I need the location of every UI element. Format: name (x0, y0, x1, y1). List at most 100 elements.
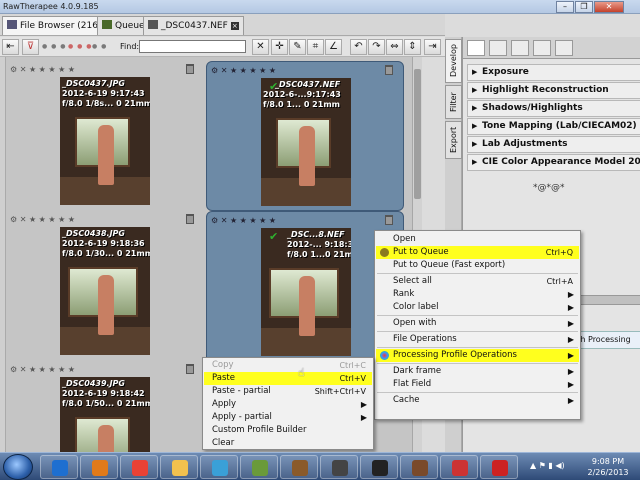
submenu-arrow-icon: ▶ (567, 367, 574, 376)
submenu-item-clear[interactable]: Clear (204, 437, 372, 450)
thumbnail-card[interactable]: ⚙ ✕ ★ ★ ★ ★ ★ _DSC0438.JPG 2012-6-19 9:1… (6, 211, 204, 361)
rank-stars[interactable]: ⚙ ✕ ★ ★ ★ ★ ★ (211, 66, 276, 75)
menu-item-dark-frame[interactable]: Dark frame ▶ (376, 365, 579, 378)
menu-separator (377, 392, 578, 393)
thumbnail-image[interactable]: _DSC0437.NEF 2012-6-...9:17:43 f/8.0 1..… (261, 78, 351, 206)
tab-editor[interactable]: _DSC0437.NEF × (143, 16, 244, 35)
thumbnail-filename: _DSC0438.JPG (62, 229, 125, 238)
thumbnail-image[interactable]: _DSC0438.JPG 2012-6-19 9:18:36 f/8.0 1/3… (60, 227, 150, 355)
thumbnail-image[interactable]: _DSC0437.JPG 2012-6-19 9:17:43 f/8.0 1/8… (60, 77, 150, 205)
rank-stars[interactable]: ⚙ ✕ ★ ★ ★ ★ ★ (10, 65, 75, 74)
scrollbar-thumb[interactable] (414, 69, 421, 199)
edited-filter-icon[interactable]: ● ● (92, 43, 107, 50)
section-exposure[interactable]: ▶ Exposure (467, 64, 640, 81)
menu-item-put-to-queue-fast-export[interactable]: Put to Queue (Fast export) (376, 259, 579, 272)
crop-tool-button[interactable]: ⌗ (307, 39, 324, 55)
menu-item-color-label[interactable]: Color label ▶ (376, 301, 579, 314)
menu-item-select-all[interactable]: Select all Ctrl+A (376, 275, 579, 288)
game-app-taskbar-button[interactable] (360, 455, 398, 479)
library-app-taskbar-button[interactable] (400, 455, 438, 479)
hand-tool-button[interactable]: ✛ (271, 39, 288, 55)
section-shadows-highlights[interactable]: ▶ Shadows/Highlights (467, 100, 640, 117)
color-tools-icon[interactable] (511, 40, 529, 56)
thumbnail-card[interactable]: ⚙ ✕ ★ ★ ★ ★ ★ _DSC0437.JPG 2012-6-19 9:1… (6, 61, 204, 211)
panel-toggle-button[interactable]: ⇤ (2, 39, 19, 55)
chrome-taskbar-button[interactable] (120, 455, 158, 479)
section-tone-mapping[interactable]: ▶ Tone Mapping (Lab/CIECAM02) (467, 118, 640, 135)
tab-close-icon[interactable]: × (230, 22, 239, 30)
tray-icons[interactable]: ▲ ⚑ ▮ ◀) (530, 461, 565, 470)
thumbnail-exposure: f/8.0 1/30... 0 21mm (62, 249, 150, 258)
menu-item-processing-profile-operations[interactable]: Processing Profile Operations ▶ (376, 349, 579, 362)
thumbnail-card-selected[interactable]: ⚙ ✕ ★ ★ ★ ★ ★ _DSC0437.NEF 2012-6-...9:1… (206, 61, 404, 211)
trash-icon[interactable] (186, 214, 194, 224)
start-button[interactable] (3, 454, 33, 480)
terminal-taskbar-button[interactable] (320, 455, 358, 479)
submenu-item-apply[interactable]: Apply ▶ (204, 398, 372, 411)
exposure-tools-icon[interactable] (467, 40, 485, 56)
rotate-right-button[interactable]: ↷ (368, 39, 385, 55)
rank-stars[interactable]: ⚙ ✕ ★ ★ ★ ★ ★ (10, 365, 75, 374)
rotate-left-button[interactable]: ↶ (350, 39, 367, 55)
section-highlight-reconstruction[interactable]: ▶ Highlight Reconstruction (467, 82, 640, 99)
flip-vertical-button[interactable]: ⇕ (404, 39, 421, 55)
color-filter-icon[interactable]: ● ● ● (68, 43, 93, 50)
shortcut-label: Ctrl+Q (545, 248, 573, 257)
maximize-button[interactable]: ❐ (575, 1, 593, 13)
thumbnail-image[interactable]: _DSC...8.NEF 2012-... 9:18:36 f/8.0 1...… (261, 228, 351, 356)
find-input[interactable] (139, 40, 246, 53)
submenu-arrow-icon: ▶ (567, 319, 574, 328)
detail-tools-icon[interactable] (489, 40, 507, 56)
rawtherapee-app-taskbar-button[interactable] (480, 455, 518, 479)
straighten-tool-button[interactable]: ∠ (325, 39, 342, 55)
color-app-taskbar-button[interactable] (440, 455, 478, 479)
menu-item-file-operations[interactable]: File Operations ▶ (376, 333, 579, 346)
rank-stars[interactable]: ⚙ ✕ ★ ★ ★ ★ ★ (10, 215, 75, 224)
rank-stars[interactable]: ⚙ ✕ ★ ★ ★ ★ ★ (211, 216, 276, 225)
transform-tools-icon[interactable] (533, 40, 551, 56)
tab-filter[interactable]: Filter (445, 85, 462, 119)
close-button[interactable]: ✕ (594, 1, 624, 13)
submenu-item-label: Paste (212, 373, 235, 383)
internet-explorer-taskbar-button[interactable] (40, 455, 78, 479)
image-editor-taskbar-button[interactable] (240, 455, 278, 479)
firefox-taskbar-button[interactable] (80, 455, 118, 479)
clock-date: 2/26/2013 (587, 468, 629, 477)
white-balance-tool-button[interactable]: ✎ (289, 39, 306, 55)
trash-icon[interactable] (186, 364, 194, 374)
menu-item-rank[interactable]: Rank ▶ (376, 288, 579, 301)
tab-develop[interactable]: Develop (445, 39, 462, 83)
submenu-item-paste[interactable]: Paste Ctrl+V (204, 372, 372, 385)
tab-queue[interactable]: Queue (97, 16, 150, 35)
clear-find-button[interactable]: ✕ (252, 39, 269, 55)
submenu-item-paste-partial[interactable]: Paste - partial Shift+Ctrl+V (204, 385, 372, 398)
submenu-item-apply-partial[interactable]: Apply - partial ▶ (204, 411, 372, 424)
tab-file-browser[interactable]: File Browser (216) (2, 16, 107, 35)
menu-item-open-with[interactable]: Open with ▶ (376, 317, 579, 330)
right-panel-toggle-button[interactable]: ⇥ (424, 39, 441, 55)
minimize-button[interactable]: – (556, 1, 574, 13)
menu-item-cache[interactable]: Cache ▶ (376, 394, 579, 407)
section-ciecam[interactable]: ▶ CIE Color Appearance Model 2002 (467, 154, 640, 171)
batch-processing-button[interactable]: ch Processing (573, 331, 640, 349)
menu-item-open[interactable]: Open (376, 233, 579, 246)
filter-button[interactable]: ⊽ (22, 39, 39, 55)
trash-icon[interactable] (385, 215, 393, 225)
rank-filter-icon[interactable]: ● ● ● (42, 43, 67, 50)
menu-item-put-to-queue[interactable]: Put to Queue Ctrl+Q (376, 246, 579, 259)
raw-tools-icon[interactable] (555, 40, 573, 56)
trash-icon[interactable] (385, 65, 393, 75)
clock[interactable]: 9:08 PM 2/26/2013 (578, 456, 638, 478)
firefox-icon (92, 460, 108, 476)
flip-horizontal-button[interactable]: ⇔ (386, 39, 403, 55)
menu-item-flat-field[interactable]: Flat Field ▶ (376, 378, 579, 391)
file-explorer-taskbar-button[interactable] (160, 455, 198, 479)
trash-icon[interactable] (186, 64, 194, 74)
book-app-taskbar-button[interactable] (280, 455, 318, 479)
submenu-item-custom-profile-builder[interactable]: Custom Profile Builder (204, 424, 372, 437)
photo-viewer-taskbar-button[interactable] (200, 455, 238, 479)
thumbnail-image[interactable]: _DSC0439.JPG 2012-6-19 9:18:42 f/8.0 1/5… (60, 377, 150, 453)
tab-export[interactable]: Export (445, 121, 462, 159)
section-lab-adjustments[interactable]: ▶ Lab Adjustments (467, 136, 640, 153)
thumbnail-card[interactable]: ⚙ ✕ ★ ★ ★ ★ ★ _DSC0439.JPG 2012-6-19 9:1… (6, 361, 204, 453)
